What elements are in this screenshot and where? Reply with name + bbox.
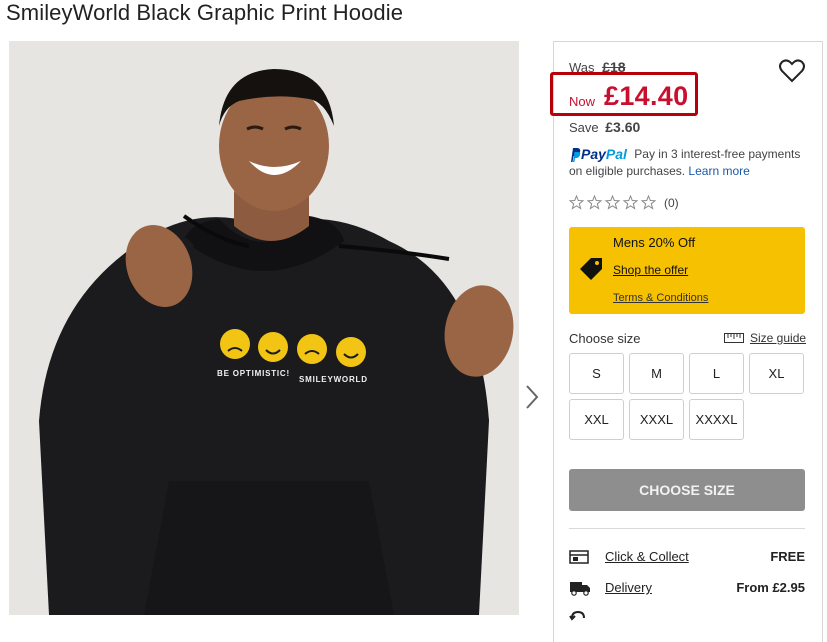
delivery-link[interactable]: Delivery bbox=[605, 580, 652, 595]
size-option-m[interactable]: M bbox=[629, 353, 684, 394]
ruler-icon bbox=[724, 333, 744, 343]
click-collect-link[interactable]: Click & Collect bbox=[605, 549, 689, 564]
choose-size-button[interactable]: CHOOSE SIZE bbox=[569, 469, 805, 511]
size-option-l[interactable]: L bbox=[689, 353, 744, 394]
save-amount: Save £3.60 bbox=[569, 119, 640, 135]
next-image-arrow[interactable] bbox=[522, 382, 542, 412]
wishlist-button[interactable] bbox=[779, 59, 807, 85]
rating-count: (0) bbox=[664, 195, 679, 210]
paypal-logo: PayPal bbox=[569, 146, 627, 163]
save-value: £3.60 bbox=[605, 119, 641, 135]
terms-link[interactable]: Terms & Conditions bbox=[613, 292, 708, 304]
size-option-s[interactable]: S bbox=[569, 353, 624, 394]
paypal-wordmark: PayPal bbox=[581, 146, 627, 163]
print-slogan-left: BE OPTIMISTIC! bbox=[217, 369, 290, 378]
delivery-row: Delivery From £2.95 bbox=[569, 578, 805, 600]
print-slogan-right: SMILEYWORLD bbox=[299, 375, 368, 384]
size-option-xxxl[interactable]: XXXL bbox=[629, 399, 684, 440]
learn-more-link[interactable]: Learn more bbox=[688, 164, 749, 178]
click-collect-row: Click & Collect FREE bbox=[569, 547, 805, 569]
returns-row bbox=[569, 608, 805, 630]
click-collect-icon bbox=[569, 550, 589, 564]
chevron-right-icon bbox=[526, 385, 539, 409]
paypal-icon bbox=[571, 147, 581, 162]
product-photo: BE OPTIMISTIC! SMILEYWORLD bbox=[9, 41, 519, 615]
size-option-xxl[interactable]: XXL bbox=[569, 399, 624, 440]
product-title: SmileyWorld Black Graphic Print Hoodie bbox=[6, 0, 404, 25]
now-price: £14.40 bbox=[604, 81, 689, 111]
size-guide-label: Size guide bbox=[750, 331, 807, 345]
click-collect-price: FREE bbox=[770, 549, 805, 564]
now-label: Now bbox=[569, 94, 596, 109]
heart-icon bbox=[779, 59, 805, 83]
rating-stars[interactable]: (0) bbox=[569, 195, 679, 210]
save-label: Save bbox=[569, 120, 599, 135]
promo-offer-box: Mens 20% Off Shop the offer Terms & Cond… bbox=[569, 227, 805, 314]
shop-offer-link[interactable]: Shop the offer bbox=[613, 263, 688, 277]
price-tag-icon bbox=[580, 258, 602, 280]
size-guide-link[interactable]: Size guide bbox=[724, 331, 806, 345]
divider bbox=[569, 528, 805, 529]
delivery-price: From £2.95 bbox=[736, 580, 805, 595]
offer-title: Mens 20% Off bbox=[613, 235, 696, 250]
paypal-info: PayPal Pay in 3 interest-free payments o… bbox=[569, 146, 814, 180]
returns-icon bbox=[569, 610, 585, 621]
product-image[interactable]: BE OPTIMISTIC! SMILEYWORLD bbox=[9, 41, 519, 615]
star-outline-icon bbox=[569, 195, 657, 210]
choose-size-label: Choose size bbox=[569, 331, 641, 346]
size-option-xl[interactable]: XL bbox=[749, 353, 804, 394]
product-info-panel: Was £18 Now £14.40 Save £3.60 PayPal Pay… bbox=[550, 41, 823, 642]
delivery-van-icon bbox=[570, 582, 590, 596]
size-option-xxxxl[interactable]: XXXXL bbox=[689, 399, 744, 440]
